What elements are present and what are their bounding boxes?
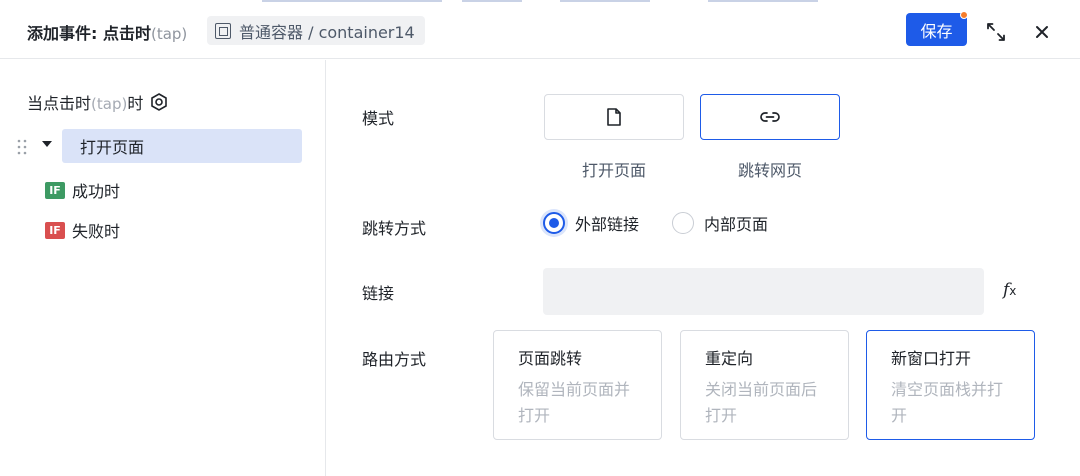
trigger-suffix: 时 (127, 94, 144, 113)
event-tree-panel: 当点击时(tap)时 打开页面 IF 成功时 IF 失败时 (0, 60, 326, 476)
title-paren: (tap) (150, 25, 188, 43)
expand-icon[interactable] (984, 20, 1008, 44)
title-text: 添加事件: 点击时 (27, 24, 151, 43)
breadcrumb[interactable]: 普通容器 / container14 (207, 16, 425, 45)
container-icon (215, 22, 231, 39)
branch-label: 失败时 (72, 222, 121, 241)
drag-handle-icon[interactable] (17, 138, 27, 156)
branch-fail[interactable]: IF 失败时 (45, 218, 120, 242)
mode-caption-open-page: 打开页面 (581, 161, 646, 180)
mode-caption-web-link: 跳转网页 (737, 161, 802, 180)
trigger-prefix: 当点击时 (27, 94, 92, 113)
trigger-label: 当点击时(tap)时 (27, 90, 169, 114)
action-item-open-page[interactable]: 打开页面 (62, 129, 302, 163)
dialog-title: 添加事件: 点击时(tap) (27, 20, 187, 44)
unsaved-dot-icon (960, 11, 968, 19)
fx-formula-icon[interactable]: fx (1003, 280, 1016, 300)
close-icon[interactable] (1030, 20, 1054, 44)
link-input[interactable] (543, 268, 984, 315)
radio-external-link[interactable]: 外部链接 (543, 211, 639, 235)
route-label: 路由方式 (362, 350, 427, 369)
radio-unchecked-icon (672, 212, 694, 234)
route-title: 新窗口打开 (891, 349, 972, 368)
route-card-new-window[interactable]: 新窗口打开 清空页面栈并打开 (866, 330, 1035, 440)
radio-label: 外部链接 (575, 215, 640, 234)
breadcrumb-text: 普通容器 / container14 (239, 22, 415, 42)
mode-web-link-card[interactable] (700, 94, 840, 140)
route-title: 重定向 (705, 349, 754, 368)
settings-hex-icon[interactable] (149, 92, 169, 112)
radio-internal-page[interactable]: 内部页面 (672, 211, 768, 235)
route-title: 页面跳转 (518, 349, 583, 368)
if-badge-icon: IF (45, 181, 65, 199)
jump-type-label: 跳转方式 (362, 219, 427, 238)
branch-success[interactable]: IF 成功时 (45, 178, 120, 202)
link-icon (760, 112, 780, 122)
radio-label: 内部页面 (704, 215, 769, 234)
mode-open-page-card[interactable] (544, 94, 684, 140)
file-icon (607, 108, 621, 126)
route-card-navigate[interactable]: 页面跳转 保留当前页面并打开 (493, 330, 662, 440)
dialog-header: 添加事件: 点击时(tap) 普通容器 / container14 保存 (0, 3, 1080, 59)
route-card-redirect[interactable]: 重定向 关闭当前页面后打开 (680, 330, 849, 440)
if-badge-icon: IF (45, 221, 65, 239)
radio-checked-icon (543, 212, 565, 234)
route-desc: 清空页面栈并打开 (891, 380, 1004, 425)
link-label: 链接 (362, 284, 395, 303)
branch-label: 成功时 (72, 182, 121, 201)
trigger-paren: (tap) (91, 95, 128, 113)
save-button[interactable]: 保存 (906, 13, 967, 46)
route-desc: 保留当前页面并打开 (518, 380, 631, 425)
caret-down-icon[interactable] (42, 141, 52, 147)
mode-label: 模式 (362, 109, 395, 128)
route-desc: 关闭当前页面后打开 (705, 380, 818, 425)
